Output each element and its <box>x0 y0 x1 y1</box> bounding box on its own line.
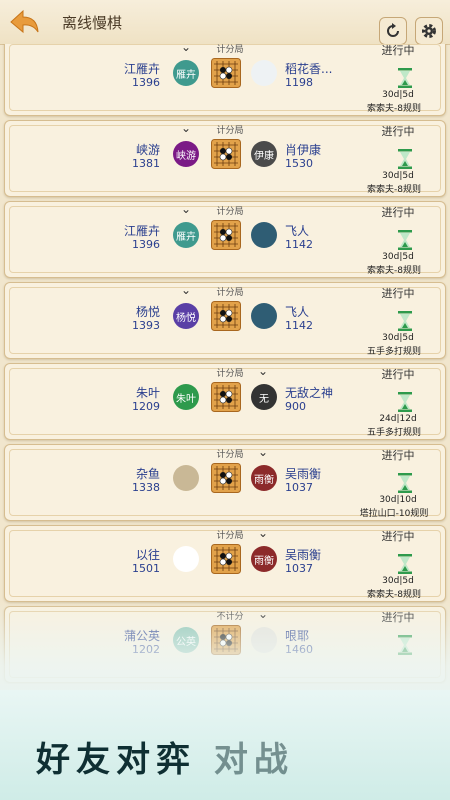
game-rule: 索索夫-8规则 <box>367 104 421 114</box>
slogan-tail: 对战 <box>213 740 294 780</box>
right-player-name[interactable]: 无敌之神 <box>285 384 333 401</box>
board-icon <box>211 463 241 493</box>
right-player-rating: 1037 <box>285 562 313 575</box>
time-control: 30d|5d <box>382 333 414 343</box>
hourglass-icon <box>397 554 413 574</box>
right-player-avatar[interactable]: 伊康 <box>251 141 277 167</box>
game-card[interactable]: ⌄ 计分局 江雁卉 1396 雁卉 稻花香... 1198 进行中 30d|5d 索索夫-8规则 <box>4 44 446 116</box>
left-player-name[interactable]: 朱叶 <box>136 384 160 401</box>
left-player-avatar[interactable]: 朱叶 <box>173 384 199 410</box>
hourglass-icon <box>397 473 413 493</box>
hourglass-icon <box>397 149 413 169</box>
game-card[interactable]: ⌄ 计分局 杂鱼 1338 雨衡 吴雨衡 1037 进行中 30d|10d 塔拉山口-10规则 <box>4 444 446 521</box>
game-rule: 五手多打规则 <box>366 428 421 438</box>
right-player-name[interactable]: 飞人 <box>285 303 309 320</box>
game-status: 进行中 <box>381 449 415 462</box>
time-control: 30d|10d <box>379 495 417 505</box>
left-player-rating: 1393 <box>132 319 160 332</box>
game-status: 进行中 <box>381 44 415 57</box>
board-icon <box>211 58 241 88</box>
game-status: 进行中 <box>381 368 415 381</box>
game-card[interactable]: ⌄ 计分局 江雁卉 1396 雁卉 飞人 1142 进行中 30d|5d 索索夫-8规则 <box>4 201 446 278</box>
right-player-avatar[interactable]: 雨衡 <box>251 465 277 491</box>
left-player-name[interactable]: 杂鱼 <box>136 465 160 482</box>
right-player-rating: 1142 <box>285 238 313 251</box>
left-player-rating: 1396 <box>132 76 160 89</box>
left-player-avatar[interactable]: 雁卉 <box>173 222 199 248</box>
game-rule: 塔拉山口-10规则 <box>359 509 429 519</box>
board-icon <box>211 301 241 331</box>
left-player-avatar[interactable] <box>173 465 199 491</box>
left-player-avatar[interactable]: 峡游 <box>173 141 199 167</box>
game-rule: 五手多打规则 <box>366 347 421 357</box>
slogan-text: 好友对弈 <box>36 740 196 780</box>
right-player-name[interactable]: 吴雨衡 <box>285 465 321 482</box>
game-status: 进行中 <box>381 206 415 219</box>
board-icon <box>211 382 241 412</box>
time-control: 30d|5d <box>382 171 414 181</box>
right-player-rating: 1530 <box>285 157 313 170</box>
left-player-avatar[interactable]: 杨悦 <box>173 303 199 329</box>
right-player-name[interactable]: 稻花香... <box>285 60 332 77</box>
hourglass-icon <box>397 230 413 250</box>
page-title: 离线慢棋 <box>62 14 123 32</box>
game-rule: 索索夫-8规则 <box>367 266 421 276</box>
game-rule: 索索夫-8规则 <box>367 185 421 195</box>
right-player-avatar[interactable] <box>251 60 277 86</box>
game-card[interactable]: ⌄ 计分局 朱叶 1209 朱叶无无敌之神 900 进行中 24d|12d 五手多打规则 <box>4 363 446 440</box>
gear-icon[interactable] <box>415 17 443 45</box>
game-card[interactable]: ⌄ 计分局 峡游 1381 峡游 伊康 肖伊康 1530 进行中 30d|5d 索索夫-8规则 <box>4 120 446 197</box>
right-player-rating: 1198 <box>285 76 313 89</box>
board-icon <box>211 220 241 250</box>
game-list[interactable]: ⌄ 计分局 江雁卉 1396 雁卉 稻花香... 1198 进行中 30d|5d 索索夫-8规则 ⌄… <box>0 44 450 684</box>
left-player-rating: 1209 <box>132 400 160 413</box>
game-status: 进行中 <box>381 287 415 300</box>
left-player-rating: 1501 <box>132 562 160 575</box>
game-status: 进行中 <box>381 530 415 543</box>
left-player-rating: 1381 <box>132 157 160 170</box>
back-arrow-icon[interactable] <box>8 8 42 36</box>
right-player-avatar[interactable] <box>251 222 277 248</box>
game-card[interactable]: ⌄ 计分局 以往 1501 雨衡 吴雨衡 1037 进行中 30d|5d 索索夫-8规则 <box>4 525 446 602</box>
time-control: 30d|5d <box>382 576 414 586</box>
refresh-icon[interactable] <box>379 17 407 45</box>
time-control: 30d|5d <box>382 90 414 100</box>
right-player-rating: 900 <box>285 400 306 413</box>
right-player-name[interactable]: 吴雨衡 <box>285 546 321 563</box>
board-icon <box>211 544 241 574</box>
left-player-name[interactable]: 以往 <box>136 546 160 563</box>
left-player-name[interactable]: 峡游 <box>136 141 160 158</box>
left-player-rating: 1396 <box>132 238 160 251</box>
left-player-name[interactable]: 江雁卉 <box>124 60 160 77</box>
time-control: 24d|12d <box>379 414 417 424</box>
hourglass-icon <box>397 311 413 331</box>
time-control: 30d|5d <box>382 252 414 262</box>
right-player-avatar[interactable]: 雨衡 <box>251 546 277 572</box>
hourglass-icon <box>397 392 413 412</box>
game-card[interactable]: ⌄ 计分局 杨悦 1393 杨悦 飞人 1142 进行中 30d|5d 五手多打规则 <box>4 282 446 359</box>
left-player-avatar[interactable]: 雁卉 <box>173 60 199 86</box>
hourglass-icon <box>397 68 413 88</box>
right-player-rating: 1037 <box>285 481 313 494</box>
right-player-name[interactable]: 飞人 <box>285 222 309 239</box>
left-player-name[interactable]: 江雁卉 <box>124 222 160 239</box>
right-player-avatar[interactable]: 无 <box>251 384 277 410</box>
top-bar: 离线慢棋 <box>0 0 450 45</box>
right-player-avatar[interactable] <box>251 303 277 329</box>
right-player-rating: 1142 <box>285 319 313 332</box>
right-player-name[interactable]: 肖伊康 <box>285 141 321 158</box>
board-icon <box>211 139 241 169</box>
left-player-rating: 1338 <box>132 481 160 494</box>
promo-slogan: 好友对弈 对战 <box>36 732 294 781</box>
left-player-avatar[interactable] <box>173 546 199 572</box>
game-status: 进行中 <box>381 125 415 138</box>
game-rule: 索索夫-8规则 <box>367 590 421 600</box>
left-player-name[interactable]: 杨悦 <box>136 303 160 320</box>
